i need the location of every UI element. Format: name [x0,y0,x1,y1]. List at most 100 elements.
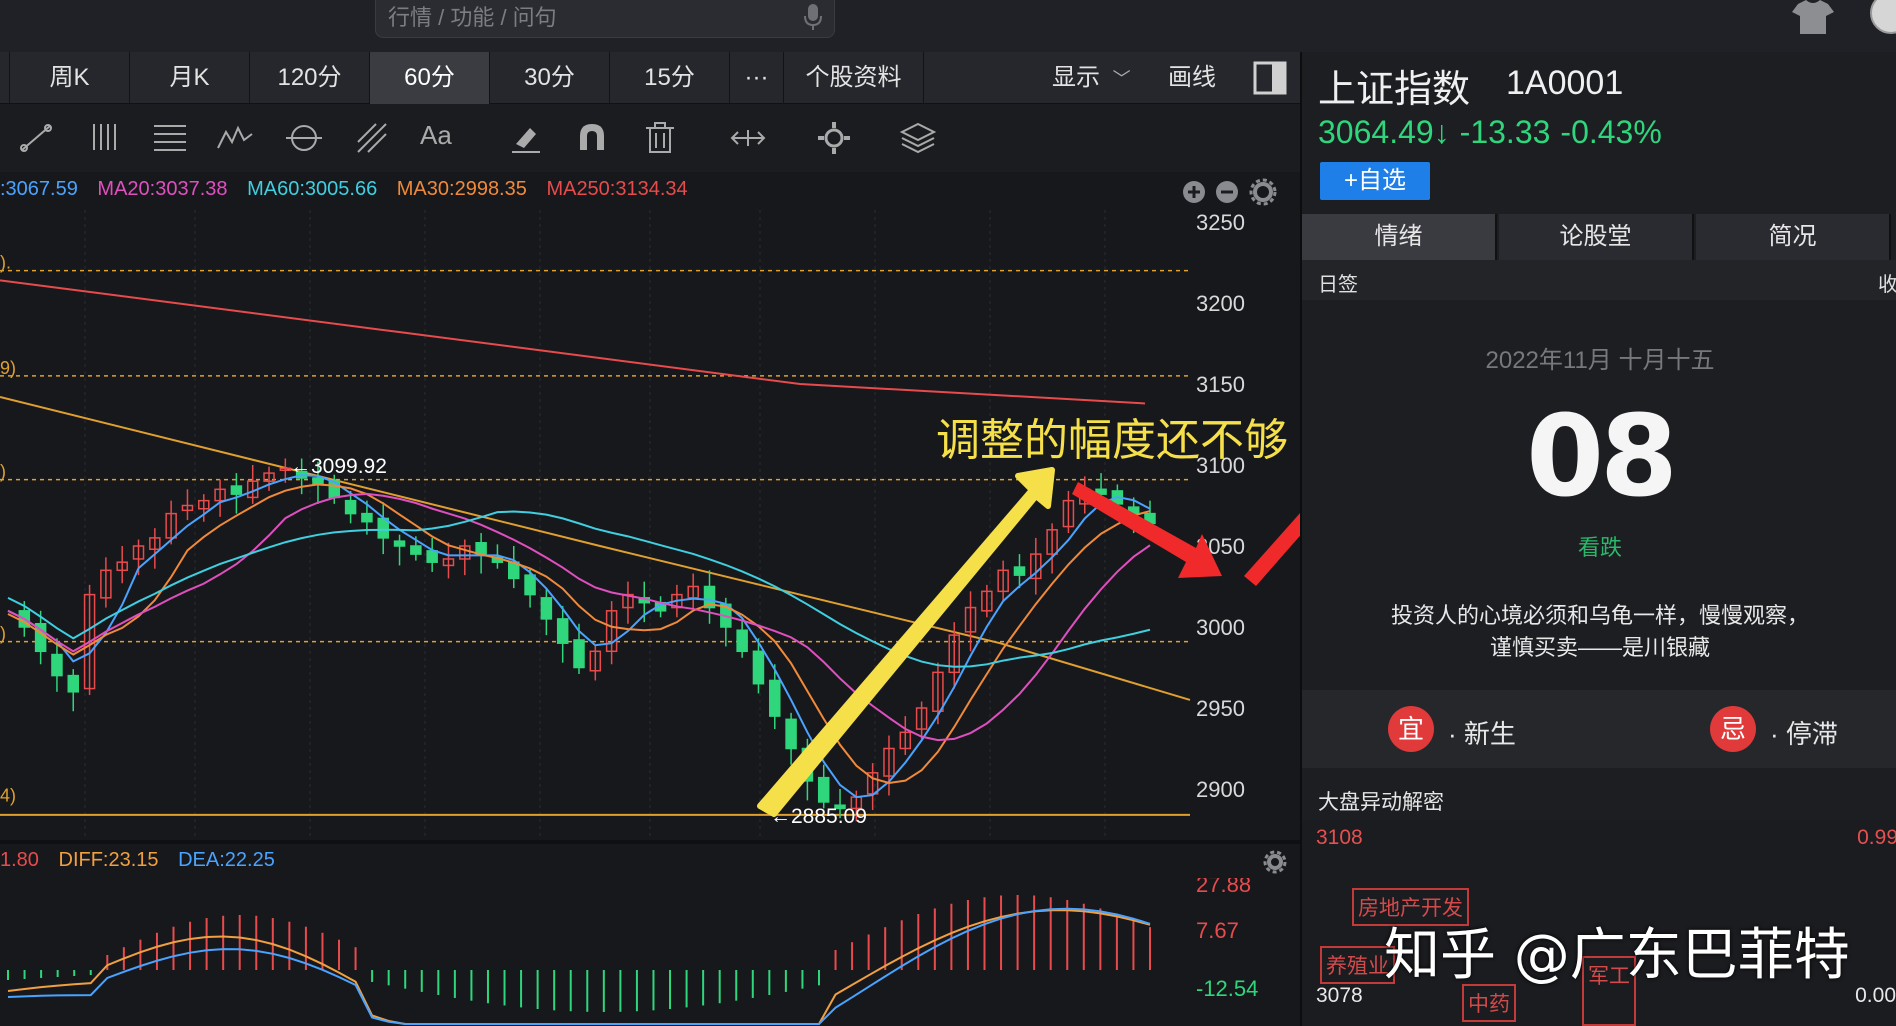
candle-body [785,718,797,750]
right-tabs: 情绪 论股堂 简况 [1302,214,1896,260]
skin-shirt-icon[interactable] [1790,0,1836,34]
stock-code: 1A0001 [1506,64,1624,102]
tab-overview[interactable]: 简况 [1696,214,1891,260]
level-label: 4) [0,786,16,806]
search-box[interactable] [375,0,835,38]
microphone-icon[interactable] [802,2,824,32]
user-avatar[interactable] [1870,0,1896,34]
candle-body [67,674,80,693]
chart-settings-gear-icon[interactable] [1249,178,1277,206]
candle-body [426,550,438,563]
heatmap-top-right: 0.99 [1857,826,1896,849]
y-axis-label: 2900 [1196,777,1245,802]
pan-arrows-icon[interactable] [728,118,768,158]
ma250-line [0,279,1146,405]
heatmap-top-left: 3108 [1316,826,1363,849]
ma-legend-item: MA60:3005.66 [247,178,378,200]
zoom-in-icon[interactable] [1183,181,1205,203]
watermark: 知乎 @广东巴菲特 [1384,923,1850,988]
settings-gear-icon[interactable] [814,118,854,158]
red-down-arrow [1072,482,1222,578]
draw-line-button[interactable]: 画线 [1168,52,1216,104]
tab-weekly-k[interactable]: 周K [10,52,130,104]
candle-body [540,597,553,620]
layout-toggle-icon[interactable] [1252,60,1288,96]
trend-line-tool-icon[interactable] [16,118,56,158]
abnormal-move-title: 大盘异动解密 [1318,791,1444,814]
tab-forum[interactable]: 论股堂 [1499,214,1694,260]
drawing-toolbar: Aa [0,104,1300,172]
text-tool-icon[interactable]: Aa [420,120,460,160]
zoom-out-icon[interactable] [1216,181,1238,203]
ma-legend-item: :3067.59 [0,178,78,200]
macd-legend-item: 1.80 [0,849,39,871]
candle-body [817,776,830,803]
macd-legend-item: DEA:22.25 [178,849,275,871]
cycle-tool-icon[interactable] [284,118,324,158]
stock-profile-button[interactable]: 个股资料 [784,52,924,104]
more-periods-button[interactable]: ··· [730,52,784,104]
tab-15min[interactable]: 15分 [610,52,730,104]
chart-divider[interactable] [0,840,1300,844]
tab-sentiment[interactable]: 情绪 [1302,214,1497,260]
period-tab-bar: 周K 月K 120分 60分 30分 15分 ··· 个股资料 显示 ﹀ 画线 [0,52,1300,104]
wave-tool-icon[interactable] [216,118,256,158]
stock-price: 3064.49↓ [1318,114,1450,150]
good-badge: 宜 [1388,706,1434,752]
candle-body [393,540,406,547]
ma-legend-item: MA250:3134.34 [546,178,688,200]
candle-body [752,650,765,685]
candle-body [1013,566,1026,576]
collapse-link[interactable]: 收 [1878,268,1896,297]
tab-120min[interactable]: 120分 [250,52,370,104]
tab-edge [0,52,10,104]
level-label: 9) [0,358,16,378]
day-number: 08 [1526,392,1678,522]
horizontal-lines-tool-icon[interactable] [150,118,190,158]
tab-60min[interactable]: 60分 [370,52,490,104]
candle-body [475,542,487,555]
top-bar [0,0,1896,52]
macd-axis-label: 27.88 [1196,878,1251,897]
macd-chart[interactable]: 27.88 7.67 -12.54 [0,878,1300,1026]
level-label: ) [0,462,6,482]
tab-monthly-k[interactable]: 月K [130,52,250,104]
magnet-tool-icon[interactable] [572,118,612,158]
macd-axis-label: -12.54 [1196,976,1258,1001]
ma-legend: :3067.59 MA20:3037.38 MA60:3005.66 MA30:… [0,178,702,208]
outlook-label: 看跌 [1577,535,1622,560]
fibonacci-tool-icon[interactable] [352,118,392,158]
layers-icon[interactable] [898,118,938,158]
trash-icon[interactable] [640,118,680,158]
search-input[interactable] [388,0,788,36]
candle-body [230,485,243,495]
bad-label: · 停滞 [1770,719,1838,749]
dea-line [7,907,1151,1025]
y-axis-label: 3200 [1196,291,1245,316]
y-axis-label: 3000 [1196,615,1245,640]
right-panel: 上证指数 1A0001 3064.49↓ -13.33 -0.43% +自选 情绪 … [1300,52,1896,1026]
ma-legend-item: MA20:3037.38 [97,178,228,200]
stock-change: -13.33 [1459,114,1551,150]
ma20-line [7,492,1151,742]
tab-30min[interactable]: 30分 [490,52,610,104]
stock-quote: 3064.49↓ -13.33 -0.43% [1318,114,1672,151]
good-label: · 新生 [1448,719,1516,749]
macd-settings-gear-icon[interactable] [1262,849,1288,875]
vertical-lines-tool-icon[interactable] [86,118,126,158]
display-dropdown[interactable]: 显示 ﹀ [1052,52,1131,104]
add-to-watchlist-button[interactable]: +自选 [1320,162,1430,200]
y-axis-label: 3250 [1196,210,1245,235]
level-label: ) [0,624,6,644]
y-axis-label: 2950 [1196,696,1245,721]
chart-controls [1183,178,1277,206]
heatmap-bottom-left: 3078 [1316,984,1363,1007]
eraser-tool-icon[interactable] [506,118,546,158]
date-line: 2022年11月 十月十五 [1485,347,1715,374]
candle-body [769,679,781,717]
candle-body [736,629,748,653]
candlestick-chart[interactable]: 32503200315031003050300029502900).9)))4)… [0,210,1300,840]
daily-sign-header: 日签 收 [1302,260,1896,300]
low-price-label: ←2885.09 [770,805,867,828]
chevron-down-icon: ﹀ [1112,69,1131,89]
